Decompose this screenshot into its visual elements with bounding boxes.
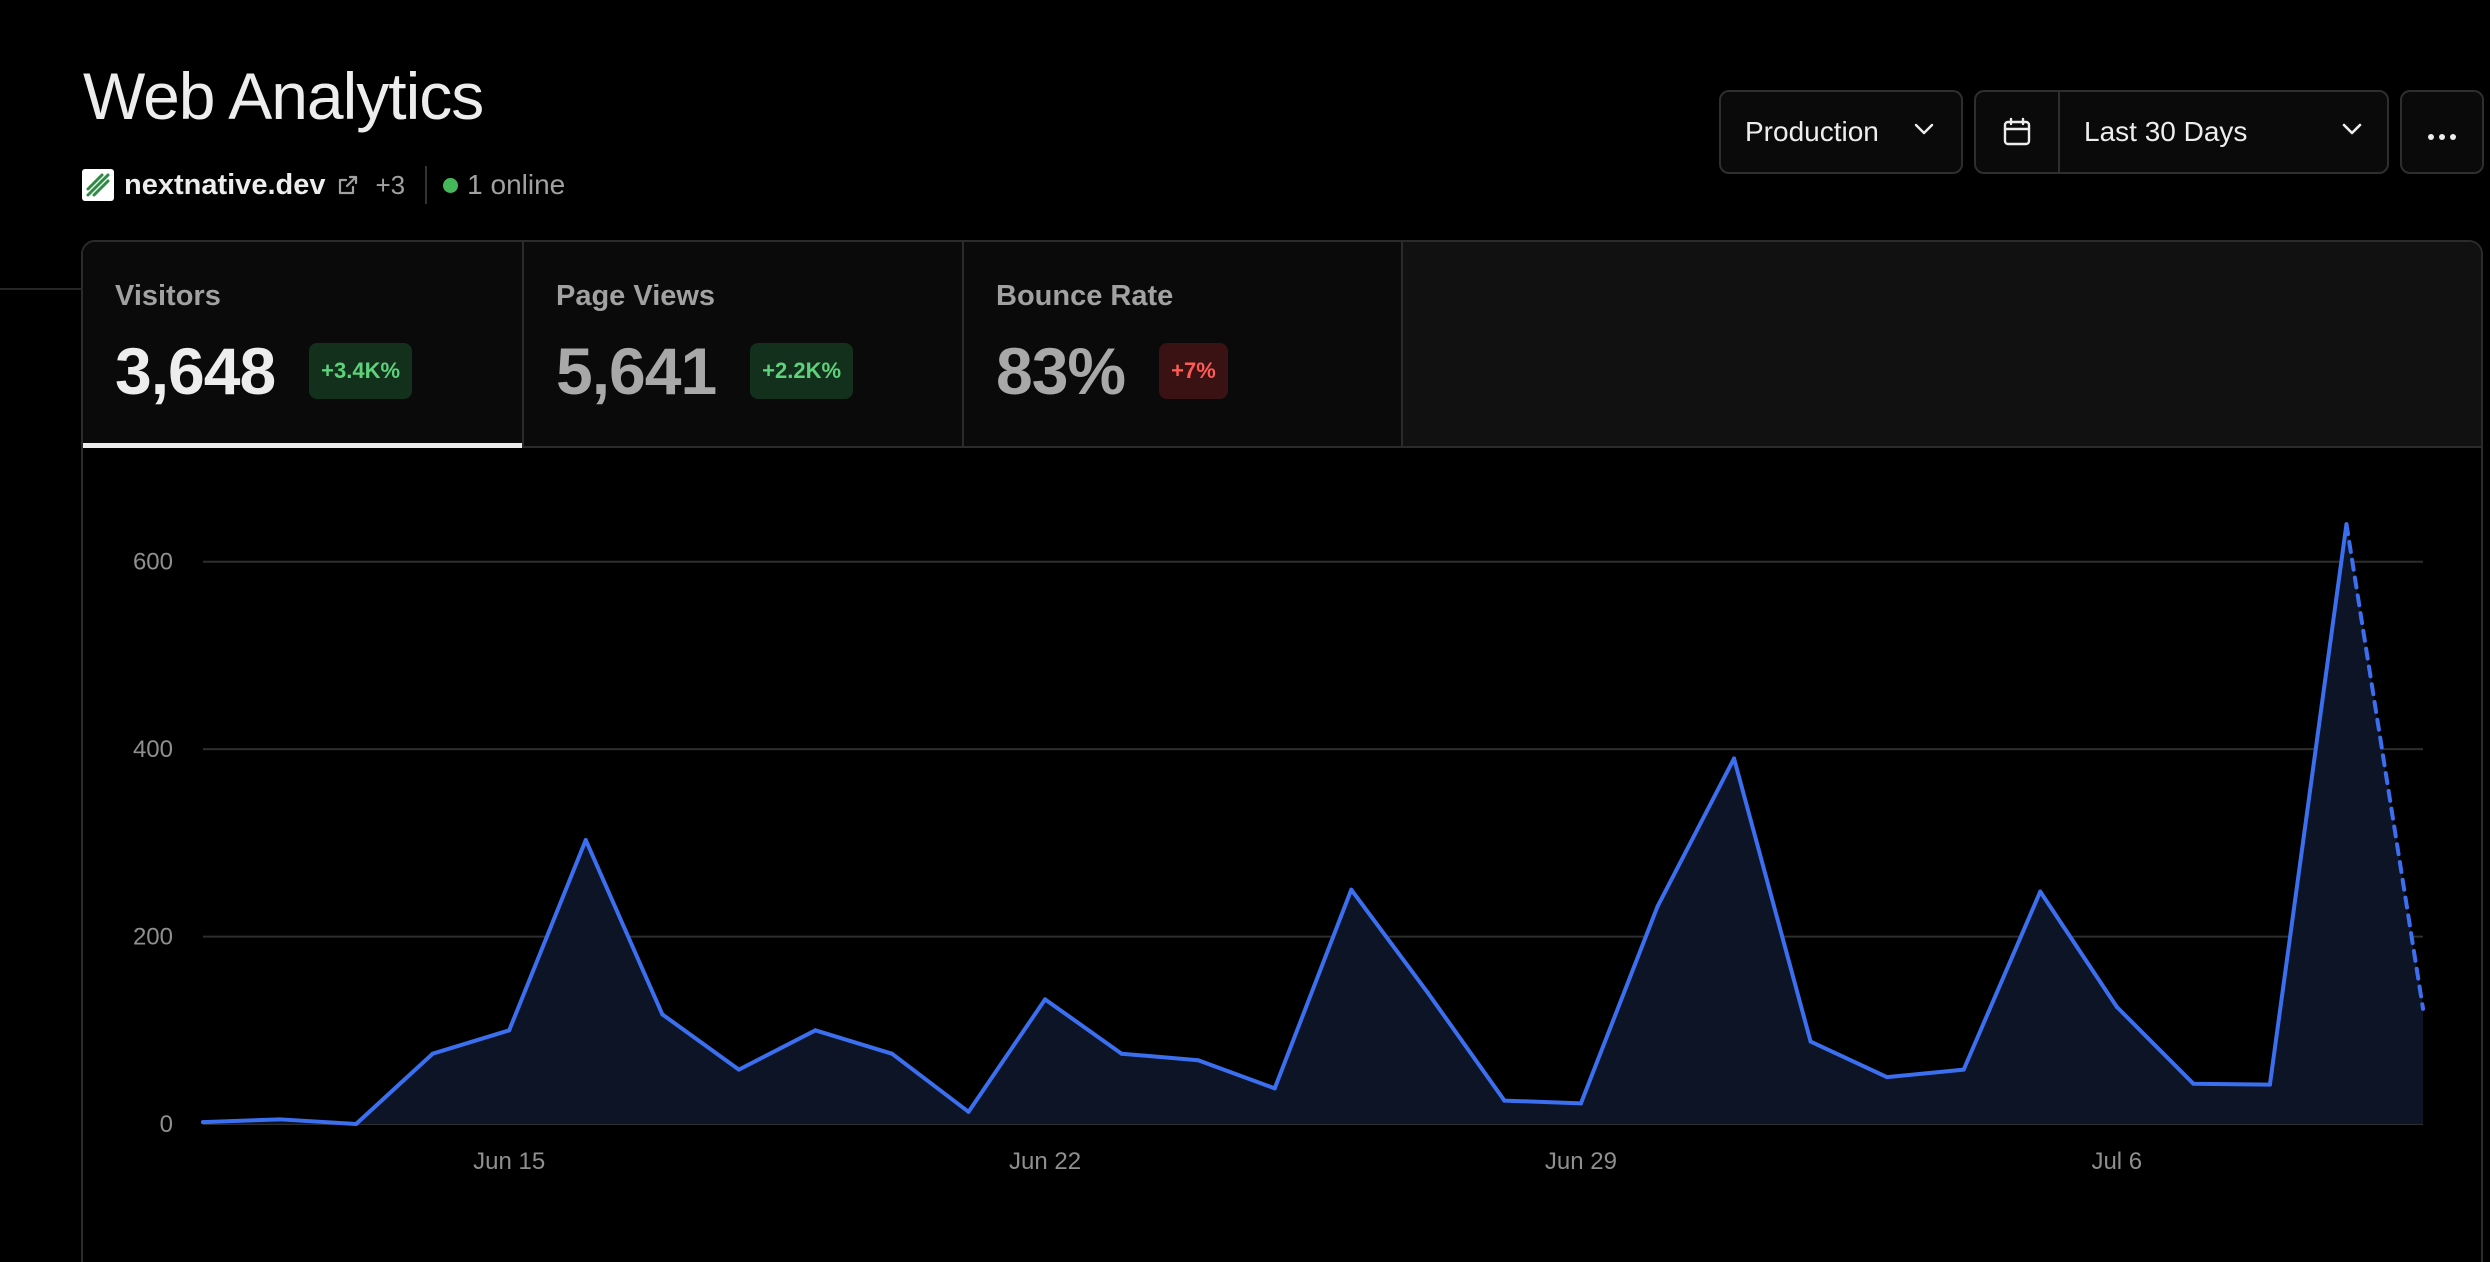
data-point [277,1117,282,1122]
y-tick-label: 600 [133,549,173,576]
data-point [1043,997,1048,1002]
data-point [2344,522,2349,527]
site-info-row: nextnative.dev +3 1 online [82,166,566,204]
tab-label: Visitors [115,280,221,312]
online-count: 1 online [467,169,566,200]
date-range-select[interactable]: Last 30 Days [2060,116,2387,149]
site-name-link[interactable]: nextnative.dev [124,169,325,202]
data-point [1885,1075,1890,1080]
calendar-icon[interactable] [1976,92,2060,172]
metric-value: 83% [996,334,1126,408]
data-point [1119,1051,1124,1056]
data-point [507,1028,512,1033]
more-horizontal-icon [2427,116,2457,148]
date-range-picker[interactable]: Last 30 Days [1974,90,2389,174]
tab-visitors[interactable]: Visitors 3,648 +3.4K% [83,242,524,448]
tab-label: Bounce Rate [996,280,1174,312]
data-point [583,838,588,843]
data-point [1732,756,1737,761]
data-point [889,1051,894,1056]
metric-value: 5,641 [556,334,717,408]
data-point [1349,887,1354,892]
metric-tabs: Visitors 3,648 +3.4K% Page Views 5,641 +… [83,242,2481,448]
tab-filler [1403,242,2481,446]
data-point [1578,1101,1583,1106]
data-point [1961,1067,1966,1072]
change-badge: +7% [1159,343,1228,399]
additional-sites-count[interactable]: +3 [375,170,405,201]
chevron-down-icon [2339,116,2365,149]
data-point [1272,1086,1277,1091]
data-point [966,1109,971,1114]
analytics-card: Visitors 3,648 +3.4K% Page Views 5,641 +… [81,240,2483,1262]
data-point [1808,1039,1813,1044]
x-tick-label: Jun 15 [473,1148,545,1175]
tab-page-views[interactable]: Page Views 5,641 +2.2K% [524,242,964,446]
data-point [813,1028,818,1033]
x-tick-label: Jun 22 [1009,1148,1081,1175]
online-status-dot [443,177,459,193]
header-divider [0,288,82,290]
site-favicon-icon [82,169,114,201]
visitors-line-chart: 0 200 400 600 Jun 15 Jun 22 Jun 29 Jul 6 [133,522,2425,1175]
data-point [2038,889,2043,894]
chart-area-fill [203,524,2423,1124]
chevron-down-icon [1911,116,1937,149]
data-point [2191,1081,2196,1086]
data-point [1425,990,1430,995]
tab-bounce-rate[interactable]: Bounce Rate 83% +7% [964,242,1403,446]
page-title: Web Analytics [83,59,484,133]
data-point [201,1120,205,1125]
data-point [1502,1098,1507,1103]
y-tick-label: 400 [133,736,173,763]
divider [425,166,428,204]
x-tick-label: Jul 6 [2091,1148,2142,1175]
data-point [660,1012,665,1017]
y-tick-label: 200 [133,924,173,951]
data-point [2421,1006,2425,1011]
data-point [2267,1082,2272,1087]
data-point [430,1051,435,1056]
data-point [736,1067,741,1072]
more-options-button[interactable] [2400,90,2484,174]
date-range-label: Last 30 Days [2084,116,2248,147]
data-point [354,1122,359,1126]
data-point [2114,1004,2119,1009]
x-tick-label: Jun 29 [1545,1148,1617,1175]
metric-value: 3,648 [115,334,276,408]
data-point [1655,904,1660,909]
environment-label: Production [1745,116,1879,147]
environment-select[interactable]: Production [1719,90,1963,174]
change-badge: +3.4K% [309,343,413,399]
data-point [1196,1058,1201,1063]
tab-label: Page Views [556,280,716,312]
external-link-icon[interactable] [337,172,363,198]
y-tick-label: 0 [160,1111,173,1138]
change-badge: +2.2K% [750,343,854,399]
